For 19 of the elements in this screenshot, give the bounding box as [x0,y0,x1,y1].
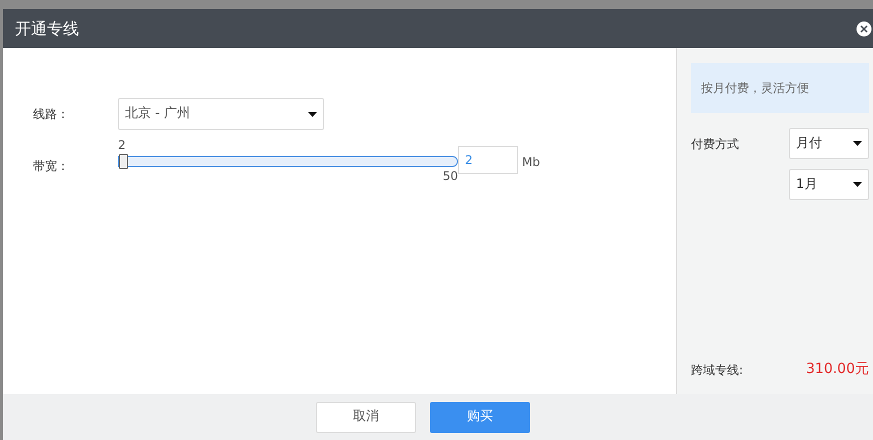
total-label: 跨域专线: [691,362,744,378]
slider-max-label: 50 [442,169,458,183]
caret-icon [308,112,317,116]
slider-min-label: 2 [118,138,127,152]
unit-label: Mb [522,154,540,171]
close-icon[interactable] [856,20,872,36]
dropdown[interactable]: 北京 - 广州 [118,98,324,130]
total-price: 310.00元 [806,360,869,379]
caret-icon [853,182,862,187]
payment-label: 付费方式 [691,136,739,152]
dropdown[interactable]: 1月 [789,169,869,200]
bandwidth-label: 带宽： [33,158,70,175]
slider-thumb[interactable] [119,154,128,169]
dropdown[interactable]: 月付 [789,128,869,159]
notice-banner: 按月付费，灵活方便 [691,63,869,113]
cancel-button[interactable]: 取消 [316,402,416,432]
dialog-title: 开通专线 [15,18,79,40]
caret-icon [853,141,862,146]
route-label: 线路： [33,106,70,123]
